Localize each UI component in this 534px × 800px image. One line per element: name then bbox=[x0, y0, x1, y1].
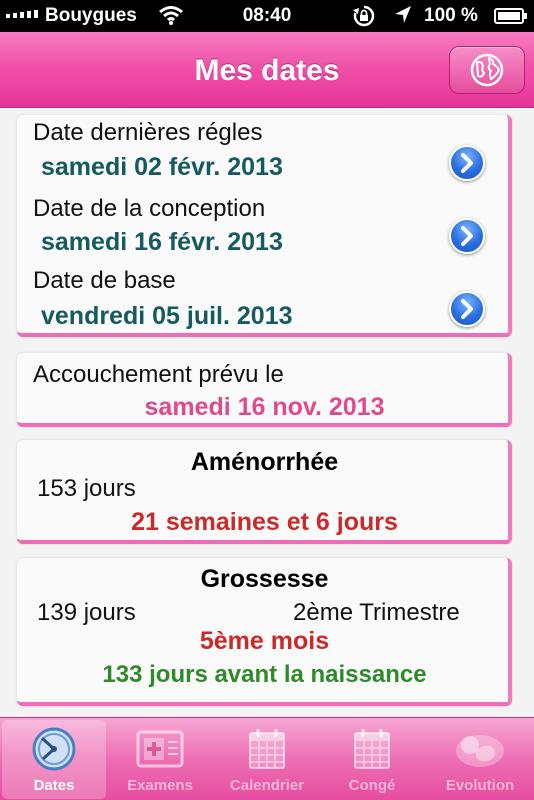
days-until-birth: 133 jours avant la naissance bbox=[102, 661, 427, 688]
tab-evolution[interactable]: Evolution bbox=[428, 720, 532, 799]
battery-percent: 100 % bbox=[424, 5, 478, 26]
tab-label: Congé bbox=[348, 777, 396, 794]
tab-label: Dates bbox=[33, 777, 75, 794]
last-period-disclosure-button[interactable] bbox=[449, 145, 485, 181]
tab-label: Calendrier bbox=[229, 777, 305, 794]
tab-label: Evolution bbox=[445, 777, 515, 794]
dates-card: Date dernières régles samedi 02 févr. 20… bbox=[17, 115, 512, 337]
amenorrhea-card: Aménorrhée 153 jours 21 semaines et 6 jo… bbox=[17, 440, 512, 544]
medical-kit-icon bbox=[136, 730, 184, 768]
rotation-lock-icon bbox=[352, 4, 376, 34]
chevron-right-icon bbox=[461, 153, 473, 173]
calendar-icon bbox=[249, 729, 285, 769]
pregnancy-trimester: 2ème Trimestre bbox=[293, 599, 460, 626]
chevron-right-icon bbox=[461, 226, 473, 246]
base-date-value: vendredi 05 juil. 2013 bbox=[41, 302, 293, 330]
battery-icon bbox=[494, 8, 527, 24]
status-bar: Bouygues 08:40 100 % bbox=[0, 0, 534, 32]
tab-conge[interactable]: Congé bbox=[320, 720, 424, 799]
globe-icon bbox=[470, 53, 504, 87]
calendar-icon bbox=[354, 729, 390, 769]
pregnancy-month: 5ème mois bbox=[199, 627, 330, 655]
due-date-label: Accouchement prévu le bbox=[33, 361, 284, 388]
globe-button[interactable] bbox=[449, 46, 525, 94]
tab-calendrier[interactable]: Calendrier bbox=[215, 720, 319, 799]
amenorrhea-days: 153 jours bbox=[37, 475, 136, 502]
pregnancy-heading: Grossesse bbox=[200, 565, 329, 593]
due-date-card: Accouchement prévu le samedi 16 nov. 201… bbox=[17, 353, 512, 427]
tab-bar: Dates Examens Calendrier Congé Evolution bbox=[0, 717, 534, 800]
last-period-label: Date dernières régles bbox=[33, 119, 263, 146]
navigation-bar: Mes dates bbox=[0, 32, 534, 108]
conception-disclosure-button[interactable] bbox=[449, 218, 485, 254]
base-date-label: Date de base bbox=[33, 267, 176, 294]
chevron-right-icon bbox=[461, 299, 473, 319]
tab-dates[interactable]: Dates bbox=[2, 720, 106, 799]
pregnancy-card: Grossesse 139 jours 2ème Trimestre 5ème … bbox=[17, 558, 512, 706]
fetus-icon bbox=[456, 735, 504, 767]
location-arrow-icon bbox=[393, 4, 413, 32]
last-period-value: samedi 02 févr. 2013 bbox=[41, 153, 283, 181]
tab-label: Examens bbox=[127, 777, 193, 794]
conception-label: Date de la conception bbox=[33, 195, 266, 222]
conception-value: samedi 16 févr. 2013 bbox=[41, 228, 283, 256]
clock-icon bbox=[32, 727, 76, 771]
amenorrhea-heading: Aménorrhée bbox=[190, 448, 339, 476]
amenorrhea-weeks: 21 semaines et 6 jours bbox=[131, 508, 398, 536]
pregnancy-days: 139 jours bbox=[37, 599, 136, 626]
due-date-value: samedi 16 nov. 2013 bbox=[144, 393, 385, 421]
base-date-disclosure-button[interactable] bbox=[449, 291, 485, 327]
tab-examens[interactable]: Examens bbox=[108, 720, 212, 799]
